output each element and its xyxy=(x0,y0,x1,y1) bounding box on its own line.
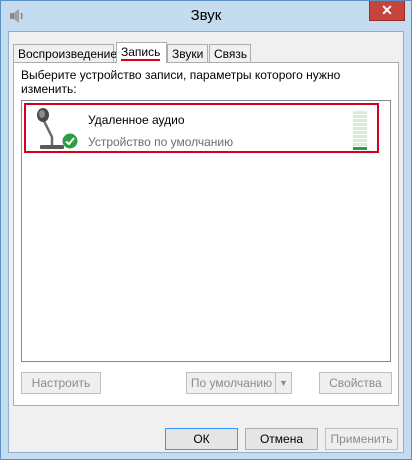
device-item-remote-audio[interactable]: Удаленное аудио Устройство по умолчанию xyxy=(24,103,379,153)
apply-button-label: Применить xyxy=(330,432,393,446)
tab-playback[interactable]: Воспроизведение xyxy=(13,44,118,62)
apply-button[interactable]: Применить xyxy=(325,428,398,450)
device-list[interactable]: Удаленное аудио Устройство по умолчанию xyxy=(21,100,391,362)
default-check-icon xyxy=(62,133,78,149)
level-segment xyxy=(353,143,367,146)
ok-button-label: ОК xyxy=(193,432,210,446)
tab-label: Запись xyxy=(121,45,161,61)
level-meter xyxy=(353,111,367,150)
title-bar[interactable]: Звук ✕ xyxy=(1,1,411,31)
level-segment xyxy=(353,111,367,114)
tab-label: Воспроизведение xyxy=(18,47,118,61)
configure-button[interactable]: Настроить xyxy=(21,372,101,394)
properties-button[interactable]: Свойства xyxy=(319,372,392,394)
device-name: Удаленное аудио xyxy=(88,113,185,127)
level-segment xyxy=(353,131,367,134)
ok-button[interactable]: ОК xyxy=(165,428,238,450)
tab-sounds[interactable]: Звуки xyxy=(167,44,208,62)
dialog-client: Воспроизведение Запись Звуки Связь Выбер… xyxy=(8,31,404,453)
device-status: Устройство по умолчанию xyxy=(88,135,234,149)
level-segment xyxy=(353,115,367,118)
set-default-button[interactable]: По умолчанию ▼ xyxy=(186,372,292,394)
set-default-button-label: По умолчанию xyxy=(190,376,273,390)
tab-label: Связь xyxy=(214,47,248,61)
cancel-button-label: Отмена xyxy=(259,432,304,446)
level-segment xyxy=(353,139,367,142)
sound-dialog: Звук ✕ Воспроизведение Запись Звуки Связ… xyxy=(0,0,412,460)
level-segment xyxy=(353,123,367,126)
tab-recording[interactable]: Запись xyxy=(116,42,167,63)
window-title: Звук xyxy=(190,7,222,24)
instruction-text: Выберите устройство записи, параметры ко… xyxy=(21,68,341,96)
recording-panel: Выберите устройство записи, параметры ко… xyxy=(13,62,399,406)
level-segment xyxy=(353,135,367,138)
level-segment xyxy=(353,119,367,122)
close-icon: ✕ xyxy=(381,2,393,18)
level-segment xyxy=(353,147,367,150)
tab-label: Звуки xyxy=(172,47,204,61)
cancel-button[interactable]: Отмена xyxy=(245,428,318,450)
configure-button-label: Настроить xyxy=(31,376,91,390)
level-segment xyxy=(353,127,367,130)
properties-button-label: Свойства xyxy=(329,376,382,390)
close-button[interactable]: ✕ xyxy=(369,1,405,21)
tab-communications[interactable]: Связь xyxy=(209,44,251,62)
chevron-down-icon[interactable]: ▼ xyxy=(275,373,291,393)
